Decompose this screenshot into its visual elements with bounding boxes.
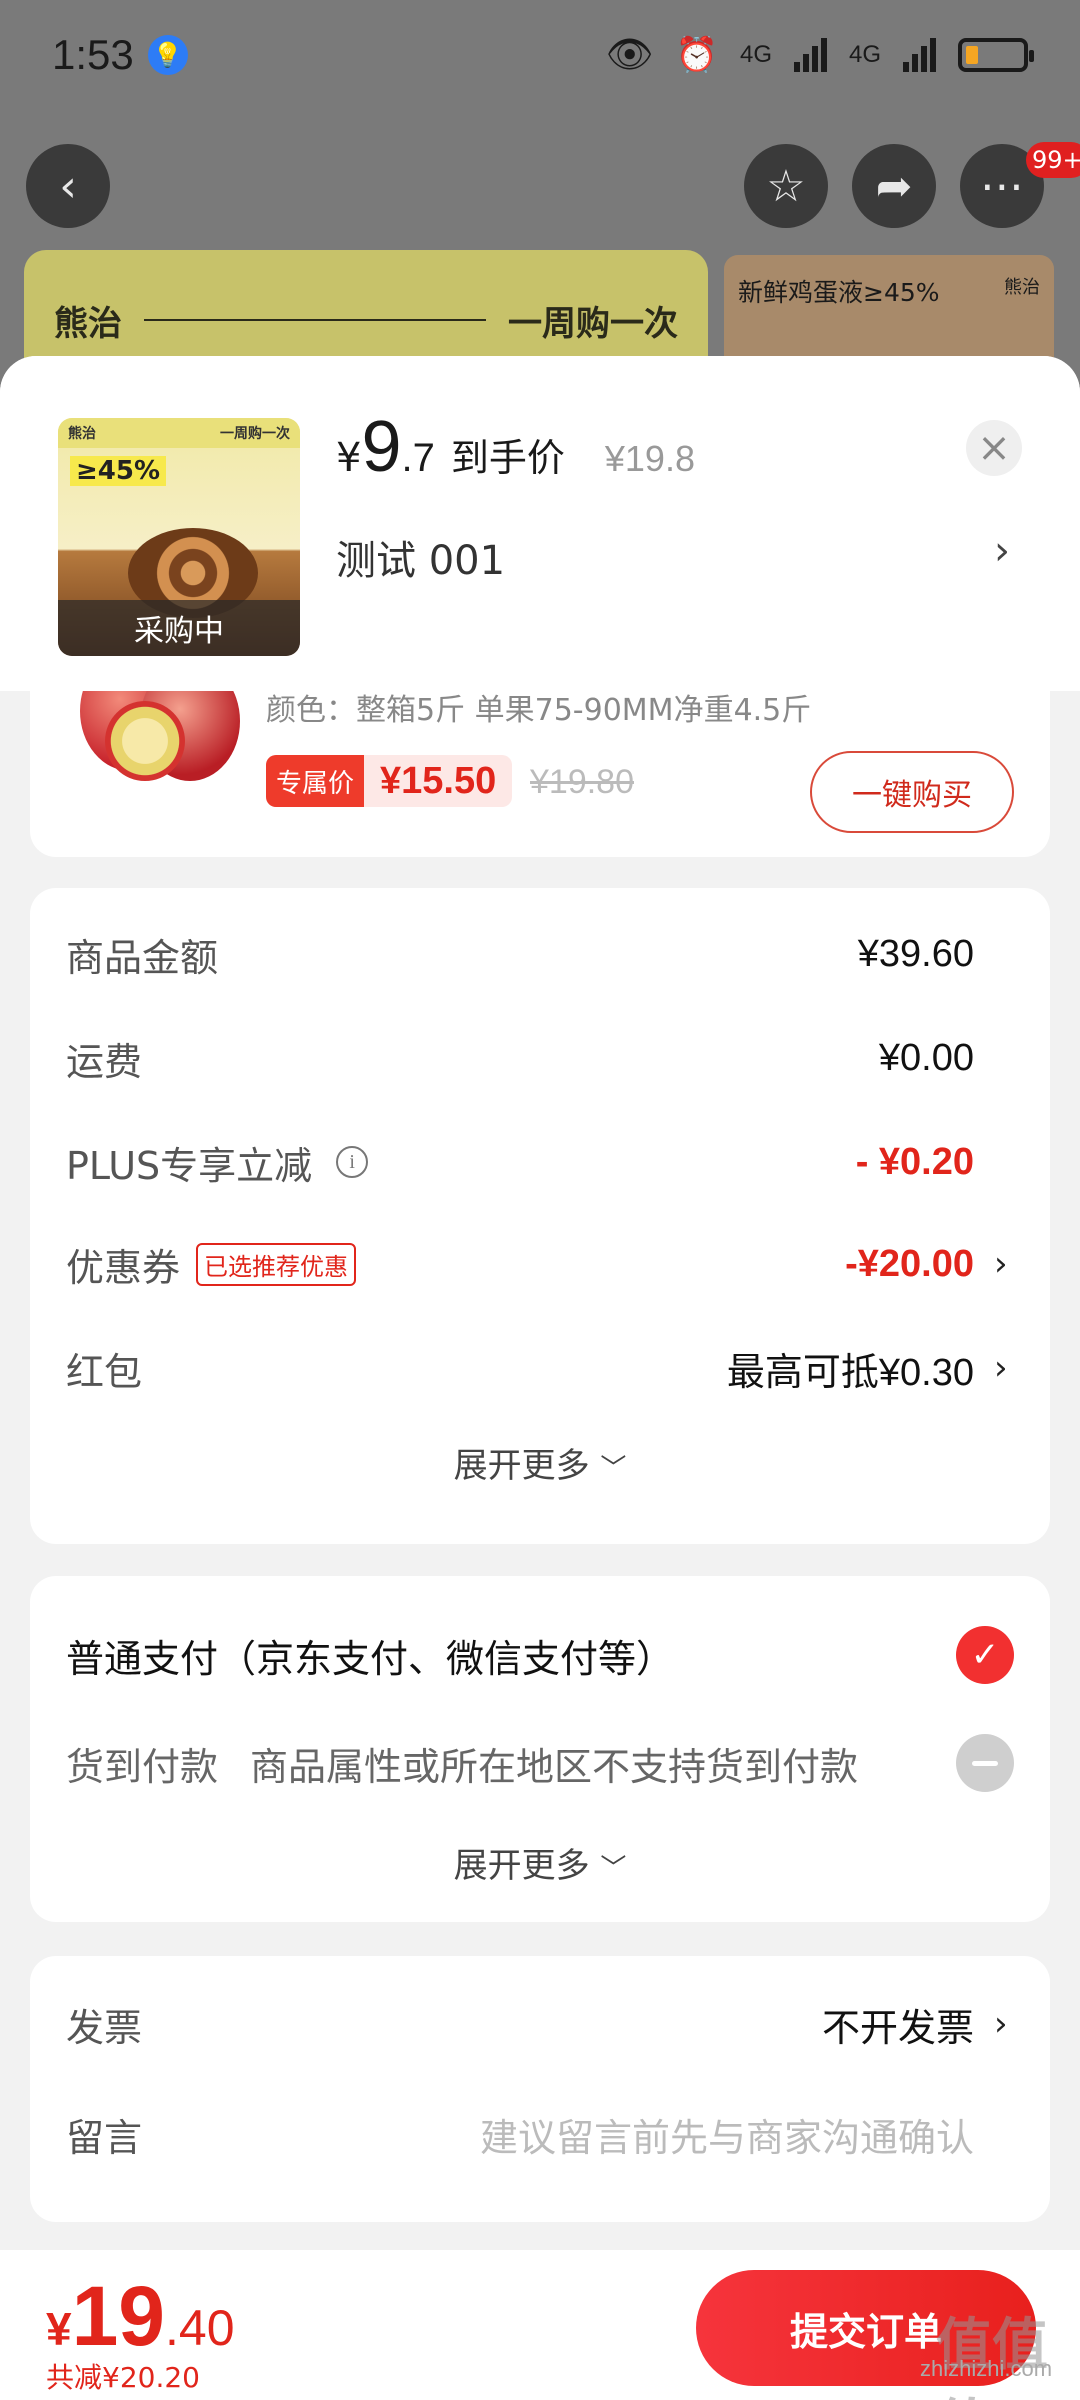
one-click-buy-button[interactable]: 一键购买 <box>810 751 1014 833</box>
row-label: 商品金额 <box>66 935 219 980</box>
chevron-right-icon[interactable]: › <box>994 528 1010 574</box>
total-decimal: .40 <box>165 2300 235 2356</box>
row-value: ¥0.00 <box>878 1036 974 1079</box>
currency-symbol: ¥ <box>336 435 362 481</box>
expand-more-button[interactable]: 展开更多 ﹀ <box>30 1438 1050 1487</box>
invoice-label: 发票 <box>66 2005 143 2050</box>
product-thumbnail[interactable]: 熊治 一周购一次 ≥45% 采购中 <box>58 418 300 656</box>
check-icon[interactable]: ✓ <box>956 1626 1014 1684</box>
chevron-right-icon: › <box>994 2004 1008 2044</box>
alarm-icon: ⏰ <box>675 36 718 74</box>
row-invoice[interactable]: 发票 不开发票 › <box>66 1994 1014 2054</box>
row-label: 运费 <box>66 1039 143 1084</box>
row-label: PLUS专享立减 <box>66 1143 313 1188</box>
recommend-card: 颜色：整箱5斤 单果75-90MM净重4.5斤 专属价 ¥15.50 ¥19.8… <box>30 691 1050 857</box>
signal-icon <box>903 38 936 72</box>
row-plus-discount: PLUS专享立减 i - ¥0.20 <box>66 1132 1014 1192</box>
chevron-right-icon: › <box>994 1348 1008 1388</box>
row-coupon[interactable]: 优惠券 已选推荐优惠 -¥20.00 › <box>66 1234 1014 1294</box>
lightbulb-icon: 💡 <box>147 35 188 75</box>
close-button[interactable]: × <box>966 420 1022 476</box>
strike-price: ¥19.80 <box>530 763 634 801</box>
spec-selector[interactable]: 测试 001 <box>336 528 505 586</box>
clock: 1:53 <box>52 31 134 78</box>
payment-cod-note: 商品属性或所在地区不支持货到付款 <box>250 1744 859 1789</box>
coupon-tag: 已选推荐优惠 <box>196 1242 357 1286</box>
signal-icon <box>793 38 827 72</box>
note-input[interactable]: 建议留言前先与商家沟通确认 <box>480 2107 974 2162</box>
close-icon: × <box>977 425 1011 471</box>
network-label-2: 4G <box>848 41 881 68</box>
exclusive-price: 专属价 ¥15.50 <box>266 755 513 807</box>
payment-cod-label: 货到付款 <box>66 1744 219 1789</box>
banner-right-text: 新鲜鸡蛋液≥45% <box>738 278 940 307</box>
row-label: 红包 <box>66 1349 143 1394</box>
star-icon: ☆ <box>766 160 806 212</box>
row-note[interactable]: 留言 建议留言前先与商家沟通确认 <box>66 2104 1014 2164</box>
message-badge: 99+ <box>1026 142 1080 178</box>
price-summary-card: 商品金额 ¥39.60 运费 ¥0.00 PLUS专享立减 i - ¥0.20 … <box>30 888 1050 1544</box>
status-bar: 1:53 💡 👁 ⏰ 4G 4G <box>0 0 1080 110</box>
expand-more-label: 展开更多 <box>453 1846 590 1886</box>
favorite-button[interactable]: ☆ <box>744 144 828 228</box>
total-price: ¥ 19 .40 <box>46 2268 235 2365</box>
invoice-value: 不开发票 <box>821 2005 974 2050</box>
payment-cod: 货到付款 商品属性或所在地区不支持货到付款 <box>66 1734 1014 1792</box>
payment-normal-label: 普通支付（京东支付、微信支付等） <box>66 1636 675 1681</box>
checkout-bar: ¥ 19 .40 共减¥20.20 提交订单 <box>0 2250 1080 2400</box>
total-integer: 19 <box>71 2269 166 2363</box>
row-red-packet[interactable]: 红包 最高可抵¥0.30 › <box>66 1338 1014 1398</box>
total-saved: 共减¥20.20 <box>46 2361 200 2394</box>
banner-right-brand: 熊治 <box>1004 277 1040 298</box>
info-icon[interactable]: i <box>336 1146 369 1178</box>
exclusive-tag: 专属价 <box>266 755 365 807</box>
row-value: - ¥0.20 <box>855 1140 974 1183</box>
expand-more-label: 展开更多 <box>453 1446 590 1486</box>
row-goods-amount: 商品金额 ¥39.60 <box>66 924 1014 984</box>
price-label: 到手价 <box>450 436 565 480</box>
thumb-brand: 熊治 <box>68 426 96 442</box>
share-button[interactable]: ➦ <box>852 144 936 228</box>
watermark: zhizhizhi.com <box>920 2356 1053 2381</box>
brand-logo: 熊治 <box>54 303 122 344</box>
note-label: 留言 <box>66 2115 143 2160</box>
variant-text: 颜色：整箱5斤 单果75-90MM净重4.5斤 <box>266 693 812 728</box>
eye-icon: 👁 <box>605 34 654 76</box>
price-decimal: .7 <box>401 436 435 480</box>
price-display: ¥ 9 .7 到手价 ¥19.8 <box>336 406 695 488</box>
sheet-header: 熊治 一周购一次 ≥45% 采购中 ¥ 9 .7 到手价 ¥19.8 × 测试 … <box>0 356 1080 691</box>
back-button[interactable]: ‹ <box>26 144 110 228</box>
row-value: -¥20.00 <box>845 1242 974 1285</box>
chevron-down-icon: ﹀ <box>600 1454 627 1484</box>
original-price: ¥19.8 <box>604 438 695 479</box>
chevron-down-icon: ﹀ <box>600 1854 627 1884</box>
expand-more-button[interactable]: 展开更多 ﹀ <box>30 1838 1050 1887</box>
price-integer: 9 <box>361 407 402 487</box>
status-icons: 👁 ⏰ 4G 4G <box>605 33 1034 77</box>
thumb-slogan: 一周购一次 <box>220 426 290 442</box>
purchase-status: 采购中 <box>58 600 300 656</box>
checkout-sheet: 熊治 一周购一次 ≥45% 采购中 ¥ 9 .7 到手价 ¥19.8 × 测试 … <box>0 356 1080 2400</box>
thumb-percent: ≥45% <box>70 456 167 486</box>
share-icon: ➦ <box>875 160 913 212</box>
row-shipping: 运费 ¥0.00 <box>66 1028 1014 1088</box>
exclusive-price-value: ¥15.50 <box>380 759 497 802</box>
row-value: ¥39.60 <box>857 932 974 975</box>
extra-card: 发票 不开发票 › 留言 建议留言前先与商家沟通确认 <box>30 1956 1050 2222</box>
banner-slogan: 一周购一次 <box>508 303 678 344</box>
more-icon: ⋯ <box>980 160 1024 212</box>
disabled-icon <box>956 1734 1014 1792</box>
row-label: 优惠券 <box>66 1245 181 1290</box>
row-value: 最高可抵¥0.30 <box>726 1351 974 1394</box>
total-currency: ¥ <box>46 2303 72 2355</box>
payment-normal[interactable]: 普通支付（京东支付、微信支付等） ✓ <box>66 1626 1014 1684</box>
payment-card: 普通支付（京东支付、微信支付等） ✓ 货到付款 商品属性或所在地区不支持货到付款… <box>30 1576 1050 1922</box>
battery-icon <box>958 38 1034 72</box>
apple-image <box>70 691 250 811</box>
chevron-left-icon: ‹ <box>59 160 77 212</box>
watermark-logo: 值值值 <box>936 2313 1048 2400</box>
network-label-1: 4G <box>739 41 772 68</box>
chevron-right-icon: › <box>994 1244 1008 1284</box>
